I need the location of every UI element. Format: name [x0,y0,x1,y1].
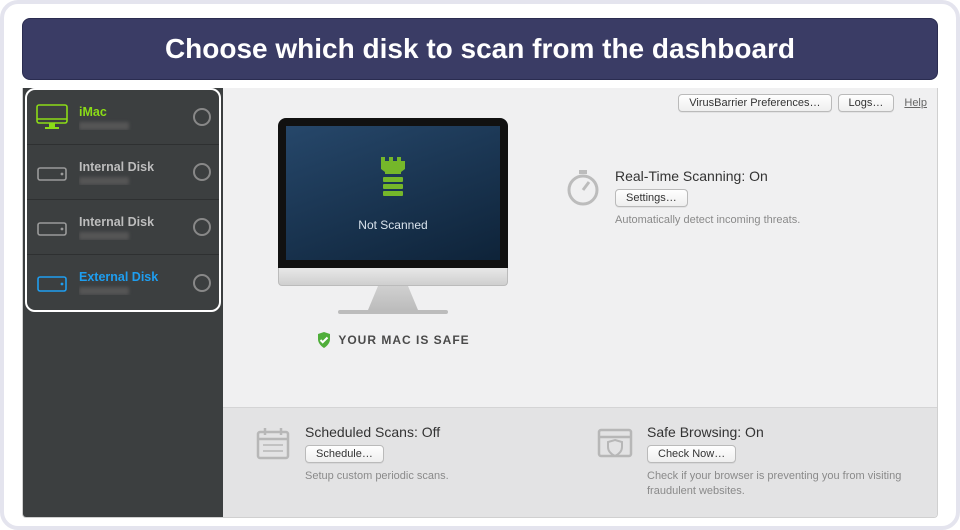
realtime-scanning-feature: Real-Time Scanning: On Settings… Automat… [563,168,907,228]
disk-label: Internal Disk [79,215,193,230]
disk-list-highlight: iMac Internal Disk [25,88,221,312]
internal-disk-icon [35,158,69,186]
dashboard-window: iMac Internal Disk [22,88,938,518]
stopwatch-icon [563,168,603,208]
realtime-desc: Automatically detect incoming threats. [615,213,907,228]
disk-label: Internal Disk [79,160,193,175]
disk-sublabel-blurred [79,122,129,130]
disk-label: iMac [79,105,193,120]
disk-sublabel-blurred [79,177,129,185]
disk-sublabel-blurred [79,287,129,295]
realtime-settings-button[interactable]: Settings… [615,189,688,207]
monitor-stand [368,286,418,310]
instruction-banner: Choose which disk to scan from the dashb… [22,18,938,80]
monitor-foot [338,310,448,314]
mac-monitor-graphic: Not Scanned [278,118,508,314]
realtime-title: Real-Time Scanning: On [615,168,907,184]
scheduled-title: Scheduled Scans: Off [305,424,565,440]
schedule-button[interactable]: Schedule… [305,445,384,463]
shield-check-icon [316,332,332,348]
monitor-column: Not Scanned YOUR MAC IS SAFE [253,118,533,348]
scan-radio-icon[interactable] [193,108,211,126]
safety-status-text: YOUR MAC IS SAFE [338,333,469,347]
scan-status-text: Not Scanned [358,218,427,232]
help-link[interactable]: Help [904,97,927,109]
browser-shield-icon [595,424,635,464]
disk-item-internal-1[interactable]: Internal Disk [27,145,219,200]
safebrowsing-desc: Check if your browser is preventing you … [647,469,907,499]
check-now-button[interactable]: Check Now… [647,445,736,463]
lower-section: Scheduled Scans: Off Schedule… Setup cus… [223,407,937,517]
main-panel: VirusBarrier Preferences… Logs… Help [223,88,937,517]
scan-radio-icon[interactable] [193,163,211,181]
preferences-button[interactable]: VirusBarrier Preferences… [678,94,831,112]
scan-radio-icon[interactable] [193,218,211,236]
disk-item-imac[interactable]: iMac [27,90,219,145]
topbar: VirusBarrier Preferences… Logs… Help [223,88,937,118]
disk-label: External Disk [79,270,193,285]
logs-button[interactable]: Logs… [838,94,895,112]
imac-icon [35,103,69,131]
scan-radio-icon[interactable] [193,274,211,292]
scheduled-scans-feature: Scheduled Scans: Off Schedule… Setup cus… [253,424,565,499]
calendar-icon [253,424,293,464]
scheduled-desc: Setup custom periodic scans. [305,469,565,484]
rook-icon [375,155,411,204]
upper-section: Not Scanned YOUR MAC IS SAFE [223,118,937,358]
disk-item-internal-2[interactable]: Internal Disk [27,200,219,255]
disk-sidebar: iMac Internal Disk [23,88,223,517]
safebrowsing-title: Safe Browsing: On [647,424,907,440]
monitor-screen: Not Scanned [278,118,508,268]
realtime-column: Real-Time Scanning: On Settings… Automat… [563,118,907,348]
internal-disk-icon [35,213,69,241]
safety-status: YOUR MAC IS SAFE [316,332,469,348]
disk-sublabel-blurred [79,232,129,240]
external-disk-icon [35,269,69,297]
disk-item-external[interactable]: External Disk [27,255,219,310]
safe-browsing-feature: Safe Browsing: On Check Now… Check if yo… [595,424,907,499]
monitor-chin [278,268,508,286]
